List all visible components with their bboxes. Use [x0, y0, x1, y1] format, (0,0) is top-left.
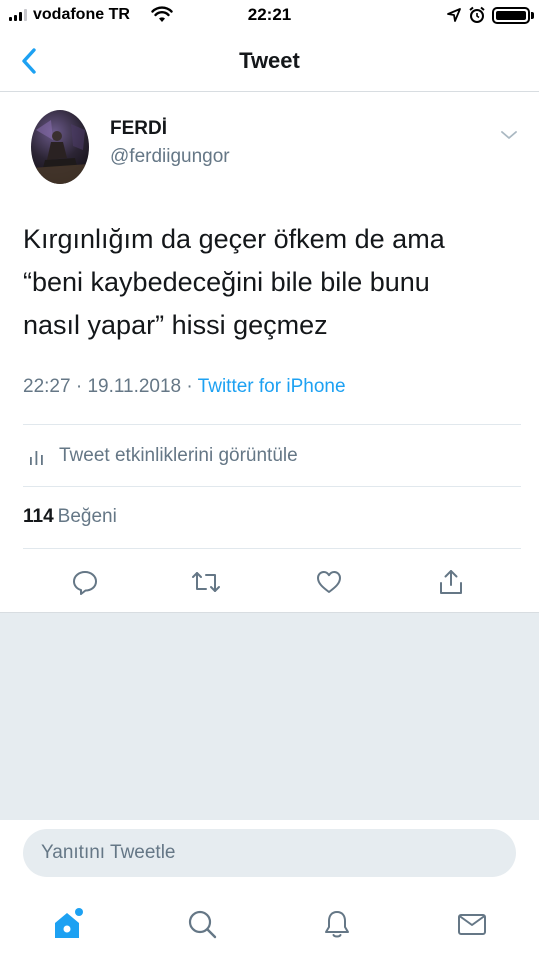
status-bar: vodafone TR 22:21 — [0, 0, 539, 32]
page-title: Tweet — [239, 48, 300, 73]
bar-chart-icon — [30, 451, 43, 465]
retweet-icon — [192, 572, 220, 592]
tweet-time: 22:27 — [23, 376, 71, 397]
tweet-source-link[interactable]: Twitter for iPhone — [198, 376, 346, 397]
home-icon — [55, 908, 83, 938]
retweet-button[interactable] — [190, 566, 222, 598]
meta-separator: · — [186, 376, 193, 397]
reply-input[interactable]: Yanıtını Tweetle — [23, 829, 516, 877]
avatar[interactable] — [31, 110, 89, 184]
like-button[interactable] — [313, 566, 345, 598]
display-name[interactable]: FERDİ — [110, 118, 167, 140]
empty-replies-area — [0, 612, 539, 820]
likes-count: 114 — [23, 506, 54, 527]
tab-notifications[interactable] — [315, 902, 359, 946]
tab-messages[interactable] — [450, 902, 494, 946]
navigation-bar: Tweet — [0, 32, 539, 92]
user-handle[interactable]: @ferdiigungor — [110, 146, 230, 168]
tab-search[interactable] — [180, 902, 224, 946]
likes-label: Beğeni — [57, 506, 117, 527]
reply-placeholder: Yanıtını Tweetle — [41, 842, 176, 863]
divider — [23, 424, 521, 425]
tweet-actions — [0, 560, 539, 604]
battery-icon — [492, 7, 530, 24]
alarm-icon — [469, 6, 485, 23]
messages-icon — [458, 914, 486, 935]
search-icon — [188, 910, 217, 939]
tweet-text: Kırgınlığım da geçer öfkem de ama “beni … — [23, 224, 445, 340]
share-button[interactable] — [435, 566, 467, 598]
tweet-activity-button[interactable]: Tweet etkinliklerini görüntüle — [23, 428, 521, 484]
meta-separator: · — [75, 376, 83, 397]
share-icon — [440, 570, 462, 594]
likes-summary[interactable]: 114 Beğeni — [23, 506, 117, 528]
tab-bar — [0, 890, 539, 960]
notifications-icon — [325, 911, 349, 938]
chevron-down-icon — [501, 131, 517, 139]
location-icon — [447, 8, 461, 22]
tab-home[interactable] — [45, 902, 89, 946]
tweet-meta: 22:27 · 19.11.2018 · Twitter for iPhone — [23, 376, 346, 398]
avatar-image — [31, 120, 89, 184]
divider — [23, 548, 521, 549]
tweet-date: 19.11.2018 — [87, 376, 182, 397]
tweet-options-button[interactable] — [498, 124, 520, 146]
divider — [23, 486, 521, 487]
reply-icon — [73, 571, 97, 595]
like-icon — [317, 571, 341, 593]
reply-button[interactable] — [69, 566, 101, 598]
tweet-activity-label: Tweet etkinliklerini görüntüle — [59, 445, 298, 466]
